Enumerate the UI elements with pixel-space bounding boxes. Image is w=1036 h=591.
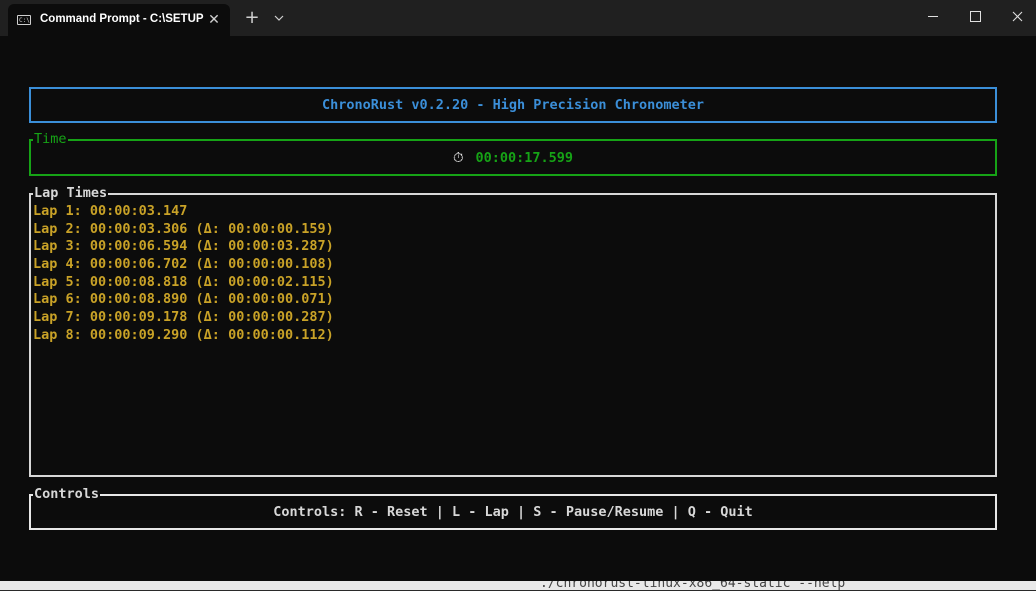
list-item: Lap 5: 00:00:08.818 (Δ: 00:00:02.115) (33, 273, 334, 290)
controls-panel-label: Controls (33, 486, 101, 502)
terminal-icon: C:\ (17, 15, 31, 25)
maximize-button[interactable] (952, 0, 998, 32)
tab-close-icon[interactable]: ✕ (204, 10, 224, 30)
background-window (0, 580, 1036, 590)
list-item: Lap 8: 00:00:09.290 (Δ: 00:00:00.112) (33, 326, 334, 343)
elapsed-time: ⏱ 00:00:17.599 (31, 150, 995, 166)
minimize-button[interactable] (910, 0, 956, 32)
list-item: Lap 6: 00:00:08.890 (Δ: 00:00:00.071) (33, 291, 334, 308)
close-window-button[interactable] (994, 0, 1036, 32)
tab-title: Command Prompt - C:\SETUP (40, 13, 204, 25)
list-item: Lap 2: 00:00:03.306 (Δ: 00:00:00.159) (33, 220, 334, 237)
tab-dropdown-chevron-down-icon[interactable] (268, 7, 290, 31)
controls-panel: Controls Controls: R - Reset | L - Lap |… (29, 486, 997, 530)
header-panel: ChronoRust v0.2.20 - High Precision Chro… (29, 87, 997, 123)
lap-list: Lap 1: 00:00:03.147 Lap 2: 00:00:03.306 … (33, 203, 334, 345)
tab-command-prompt[interactable]: C:\ Command Prompt - C:\SETUP ✕ (8, 4, 230, 36)
list-item: Lap 3: 00:00:06.594 (Δ: 00:00:03.287) (33, 238, 334, 255)
list-item: Lap 4: 00:00:06.702 (Δ: 00:00:00.108) (33, 256, 334, 273)
title-bar: C:\ Command Prompt - C:\SETUP ✕ + (0, 0, 1036, 36)
lap-times-label: Lap Times (33, 185, 109, 201)
app-title: ChronoRust v0.2.20 - High Precision Chro… (321, 97, 704, 113)
time-panel: Time ⏱ 00:00:17.599 (29, 131, 997, 176)
terminal-content[interactable]: ChronoRust v0.2.20 - High Precision Chro… (0, 36, 1036, 581)
stopwatch-icon: ⏱ (452, 150, 464, 166)
list-item: Lap 7: 00:00:09.178 (Δ: 00:00:00.287) (33, 309, 334, 326)
minimize-icon (928, 15, 938, 17)
controls-help-text: Controls: R - Reset | L - Lap | S - Paus… (273, 504, 753, 520)
close-icon (1012, 11, 1022, 21)
lap-times-panel: Lap Times Lap 1: 00:00:03.147 Lap 2: 00:… (29, 185, 997, 477)
terminal-window: C:\ Command Prompt - C:\SETUP ✕ + Chrono… (0, 0, 1036, 581)
list-item: Lap 1: 00:00:03.147 (33, 203, 188, 219)
maximize-icon (969, 10, 981, 22)
new-tab-plus-icon[interactable]: + (240, 7, 264, 31)
elapsed-time-value: 00:00:17.599 (475, 150, 574, 166)
time-panel-label: Time (33, 131, 68, 147)
